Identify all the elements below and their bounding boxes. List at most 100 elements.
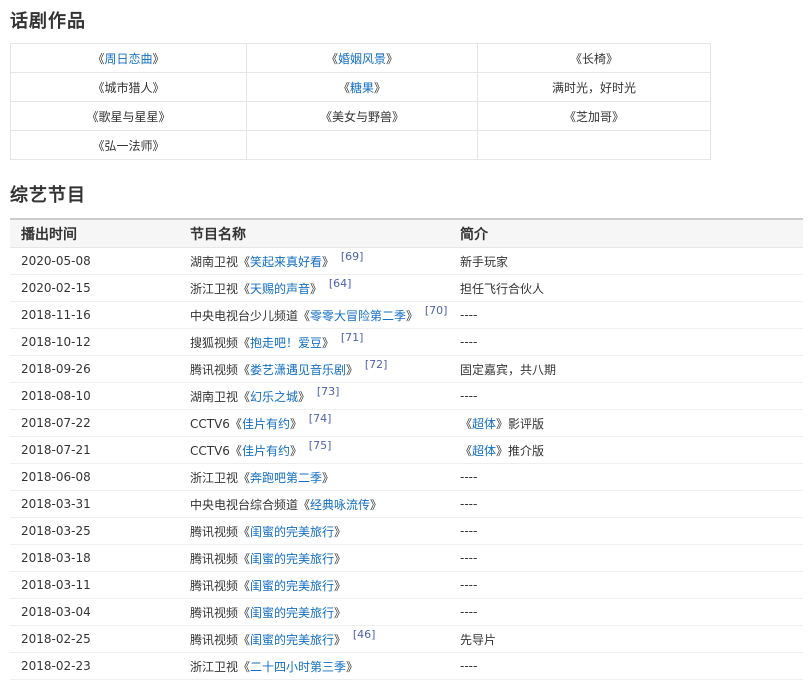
text-segment: ----	[460, 578, 477, 592]
text-segment: 中央电视台综合频道《	[190, 498, 310, 512]
show-name-cell: 腾讯视频《闺蜜的完美旅行》	[179, 599, 449, 626]
entry-link[interactable]: 经典咏流传	[310, 498, 370, 512]
reference-link[interactable]: [73]	[314, 385, 340, 398]
drama-work-cell: 《城市猎人》	[11, 73, 247, 102]
reference-link[interactable]: [75]	[306, 439, 332, 452]
entry-link[interactable]: 闺蜜的完美旅行	[250, 552, 334, 566]
text-segment: 腾讯视频《	[190, 525, 250, 539]
text-segment: 》	[334, 579, 346, 593]
entry-link[interactable]: 周日恋曲	[104, 52, 152, 66]
entry-link[interactable]: 闺蜜的完美旅行	[250, 525, 334, 539]
text-segment: 《长椅》	[570, 52, 618, 66]
reference-link[interactable]: [46]	[350, 628, 376, 641]
show-name-cell: 中央电视台综合频道《经典咏流传》	[179, 491, 449, 518]
reference-link[interactable]: [71]	[338, 331, 364, 344]
text-segment: 湖南卫视《	[190, 390, 250, 404]
text-segment: ----	[460, 605, 477, 619]
intro-cell: ----	[449, 491, 803, 518]
text-segment: 》	[406, 309, 422, 323]
text-segment: CCTV6《	[190, 444, 242, 458]
intro-cell: ----	[449, 599, 803, 626]
broadcast-date-cell: 2018-09-26	[10, 356, 179, 383]
text-segment: 腾讯视频《	[190, 579, 250, 593]
drama-work-cell: 《周日恋曲》	[11, 44, 247, 73]
drama-work-cell: 《婚姻风景》	[247, 44, 478, 73]
drama-table-row: 《弘一法师》	[11, 131, 711, 160]
entry-link[interactable]: 婚姻风景	[338, 52, 386, 66]
text-segment: ----	[460, 335, 477, 349]
col-header-intro: 简介	[449, 219, 803, 248]
text-segment: 》	[298, 390, 314, 404]
text-segment: 》影评版	[496, 417, 544, 431]
section-title-variety: 综艺节目	[10, 181, 811, 207]
drama-work-cell: 《美女与野兽》	[247, 102, 478, 131]
entry-link[interactable]: 超体	[472, 444, 496, 458]
drama-work-cell: 满时光，好时光	[478, 73, 711, 102]
text-segment: 》	[334, 552, 346, 566]
text-segment: 腾讯视频《	[190, 363, 250, 377]
intro-cell: 《超体》推介版	[449, 437, 803, 464]
show-name-cell: CCTV6《佳片有约》 [74]	[179, 410, 449, 437]
entry-link[interactable]: 佳片有约	[242, 444, 290, 458]
reference-link[interactable]: [70]	[422, 304, 448, 317]
text-segment: 》	[322, 336, 338, 350]
variety-shows-table: 播出时间 节目名称 简介 2020-05-08湖南卫视《笑起来真好看》 [69]…	[10, 218, 803, 680]
text-segment: 》推介版	[496, 444, 544, 458]
baike-article-content: 话剧作品 《周日恋曲》《婚姻风景》《长椅》《城市猎人》《糖果》满时光，好时光《歌…	[0, 0, 811, 680]
entry-link[interactable]: 零零大冒险第二季	[310, 309, 406, 323]
broadcast-date-cell: 2018-02-25	[10, 626, 179, 653]
text-segment: 浙江卫视《	[190, 282, 250, 296]
drama-work-cell: 《糖果》	[247, 73, 478, 102]
entry-link[interactable]: 奔跑吧第二季	[250, 471, 322, 485]
text-segment: 搜狐视频《	[190, 336, 250, 350]
text-segment: 担任飞行合伙人	[460, 282, 544, 296]
broadcast-date-cell: 2018-02-23	[10, 653, 179, 680]
text-segment: 》	[334, 606, 346, 620]
text-segment: 》	[290, 417, 306, 431]
text-segment: 腾讯视频《	[190, 606, 250, 620]
entry-link[interactable]: 闺蜜的完美旅行	[250, 633, 334, 647]
entry-link[interactable]: 闺蜜的完美旅行	[250, 579, 334, 593]
text-segment: ----	[460, 308, 477, 322]
intro-cell: 先导片	[449, 626, 803, 653]
text-segment: ----	[460, 470, 477, 484]
reference-link[interactable]: [69]	[338, 250, 364, 263]
intro-cell: ----	[449, 383, 803, 410]
variety-table-row: 2018-11-16中央电视台少儿频道《零零大冒险第二季》 [70]----	[10, 302, 803, 329]
intro-cell: ----	[449, 302, 803, 329]
drama-work-cell	[478, 131, 711, 160]
show-name-cell: 腾讯视频《闺蜜的完美旅行》	[179, 545, 449, 572]
show-name-cell: 腾讯视频《闺蜜的完美旅行》	[179, 518, 449, 545]
show-name-cell: 湖南卫视《幻乐之城》 [73]	[179, 383, 449, 410]
entry-link[interactable]: 天赐的声音	[250, 282, 310, 296]
entry-link[interactable]: 笑起来真好看	[250, 255, 322, 269]
entry-link[interactable]: 闺蜜的完美旅行	[250, 606, 334, 620]
text-segment: 先导片	[460, 633, 496, 647]
drama-table-row: 《周日恋曲》《婚姻风景》 《长椅》	[11, 44, 711, 73]
drama-work-cell: 《芝加哥》	[478, 102, 711, 131]
drama-table-row: 《歌星与星星》《美女与野兽》《芝加哥》	[11, 102, 711, 131]
entry-link[interactable]: 幻乐之城	[250, 390, 298, 404]
broadcast-date-cell: 2018-08-10	[10, 383, 179, 410]
entry-link[interactable]: 娄艺潇遇见音乐剧	[250, 363, 346, 377]
text-segment: 》	[153, 52, 165, 66]
drama-work-cell	[247, 131, 478, 160]
intro-cell: ----	[449, 572, 803, 599]
variety-table-row: 2018-10-12搜狐视频《抱走吧！爱豆》 [71]----	[10, 329, 803, 356]
entry-link[interactable]: 超体	[472, 417, 496, 431]
reference-link[interactable]: [74]	[306, 412, 332, 425]
entry-link[interactable]: 糖果	[350, 81, 374, 95]
entry-link[interactable]: 抱走吧！爱豆	[250, 336, 322, 350]
reference-link[interactable]: [72]	[362, 358, 388, 371]
variety-table-row: 2018-06-08浙江卫视《奔跑吧第二季》----	[10, 464, 803, 491]
variety-table-row: 2018-09-26腾讯视频《娄艺潇遇见音乐剧》 [72]固定嘉宾，共八期	[10, 356, 803, 383]
broadcast-date-cell: 2018-03-11	[10, 572, 179, 599]
reference-link[interactable]: [64]	[326, 277, 352, 290]
broadcast-date-cell: 2018-03-31	[10, 491, 179, 518]
text-segment: 》	[310, 282, 326, 296]
show-name-cell: 搜狐视频《抱走吧！爱豆》 [71]	[179, 329, 449, 356]
text-segment: 《	[460, 417, 472, 431]
text-segment: 》	[322, 471, 334, 485]
entry-link[interactable]: 佳片有约	[242, 417, 290, 431]
entry-link[interactable]: 二十四小时第三季	[250, 660, 346, 674]
